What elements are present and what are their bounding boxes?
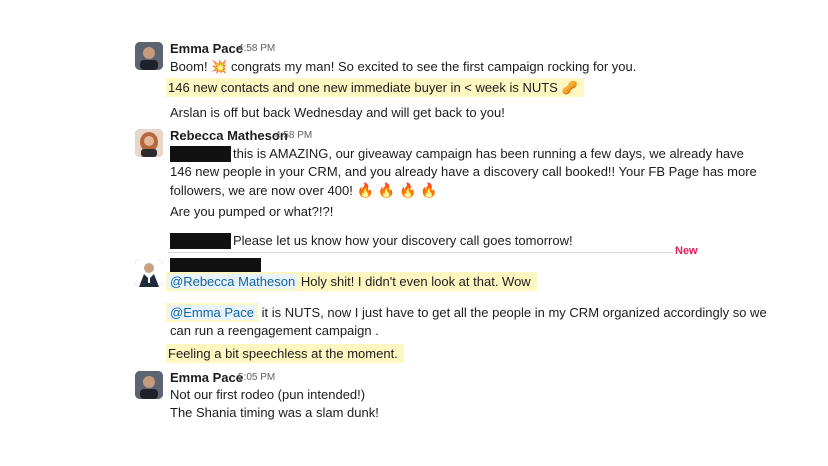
new-messages-divider [168, 252, 673, 253]
avatar[interactable] [135, 371, 163, 399]
message-text-part: 146 new contacts and one new immediate b… [168, 80, 558, 95]
avatar[interactable] [135, 129, 163, 157]
author-name[interactable]: Emma Pace [170, 41, 243, 56]
highlight-span: @Rebecca Matheson Holy shit! I didn't ev… [166, 272, 537, 291]
timestamp[interactable]: 5:05 PM [238, 372, 275, 383]
avatar-image [135, 42, 163, 70]
message-text-part: Boom! [170, 59, 208, 74]
avatar-image [135, 259, 163, 287]
message-text-part: it is NUTS, now I just have to get all t… [258, 305, 767, 320]
avatar-image [135, 371, 163, 399]
avatar[interactable] [135, 42, 163, 70]
highlight-span: @Emma Pace [166, 303, 258, 322]
highlight-span: Feeling a bit speechless at the moment. [166, 344, 404, 363]
message-text: followers, we are now over 400! 🔥 🔥 🔥 🔥 [170, 181, 438, 200]
message-text: Not our first rodeo (pun intended!) [170, 387, 366, 402]
message-text: 146 new people in your CRM, and you alre… [170, 164, 757, 179]
author-name[interactable]: Emma Pace [170, 370, 243, 385]
redacted-author-name [170, 258, 261, 273]
fire-emoji-icon: 🔥 🔥 🔥 🔥 [356, 182, 438, 198]
message-text-part: congrats my man! So excited to see the f… [231, 59, 637, 74]
highlighted-text: Feeling a bit speechless at the moment. [166, 344, 404, 363]
explosion-emoji-icon: 💥 [211, 59, 228, 74]
message-text: can run a reengagement campaign . [170, 323, 379, 338]
message-text: Are you pumped or what?!?! [170, 204, 334, 219]
message-text: Boom! 💥 congrats my man! So excited to s… [170, 58, 636, 76]
message-text: @Emma Pace it is NUTS, now I just have t… [166, 303, 767, 322]
message-text: this is AMAZING, our giveaway campaign h… [233, 146, 744, 161]
message-text: The Shania timing was a slam dunk! [170, 405, 379, 420]
timestamp[interactable]: 4:58 PM [238, 43, 275, 54]
message-text: Arslan is off but back Wednesday and wil… [170, 105, 505, 120]
avatar-image [135, 129, 163, 157]
mention-rebecca[interactable]: @Rebecca Matheson [168, 274, 298, 289]
mention-emma[interactable]: @Emma Pace [168, 305, 256, 320]
new-label: New [675, 245, 698, 257]
redacted-name [170, 233, 231, 249]
redacted-name [170, 146, 231, 162]
highlighted-text: 146 new contacts and one new immediate b… [166, 78, 584, 97]
highlight-span: 146 new contacts and one new immediate b… [166, 78, 584, 97]
author-name[interactable]: Rebecca Matheson [170, 128, 288, 143]
timestamp[interactable]: 4:58 PM [275, 130, 312, 141]
message-text: Please let us know how your discovery ca… [233, 233, 573, 248]
peanut-emoji-icon: 🥜 [561, 80, 578, 95]
message-text-part: followers, we are now over 400! [170, 183, 353, 198]
avatar[interactable] [135, 259, 163, 287]
highlighted-text: @Rebecca Matheson Holy shit! I didn't ev… [166, 272, 537, 291]
message-text-part: Holy shit! I didn't even look at that. W… [300, 274, 531, 289]
